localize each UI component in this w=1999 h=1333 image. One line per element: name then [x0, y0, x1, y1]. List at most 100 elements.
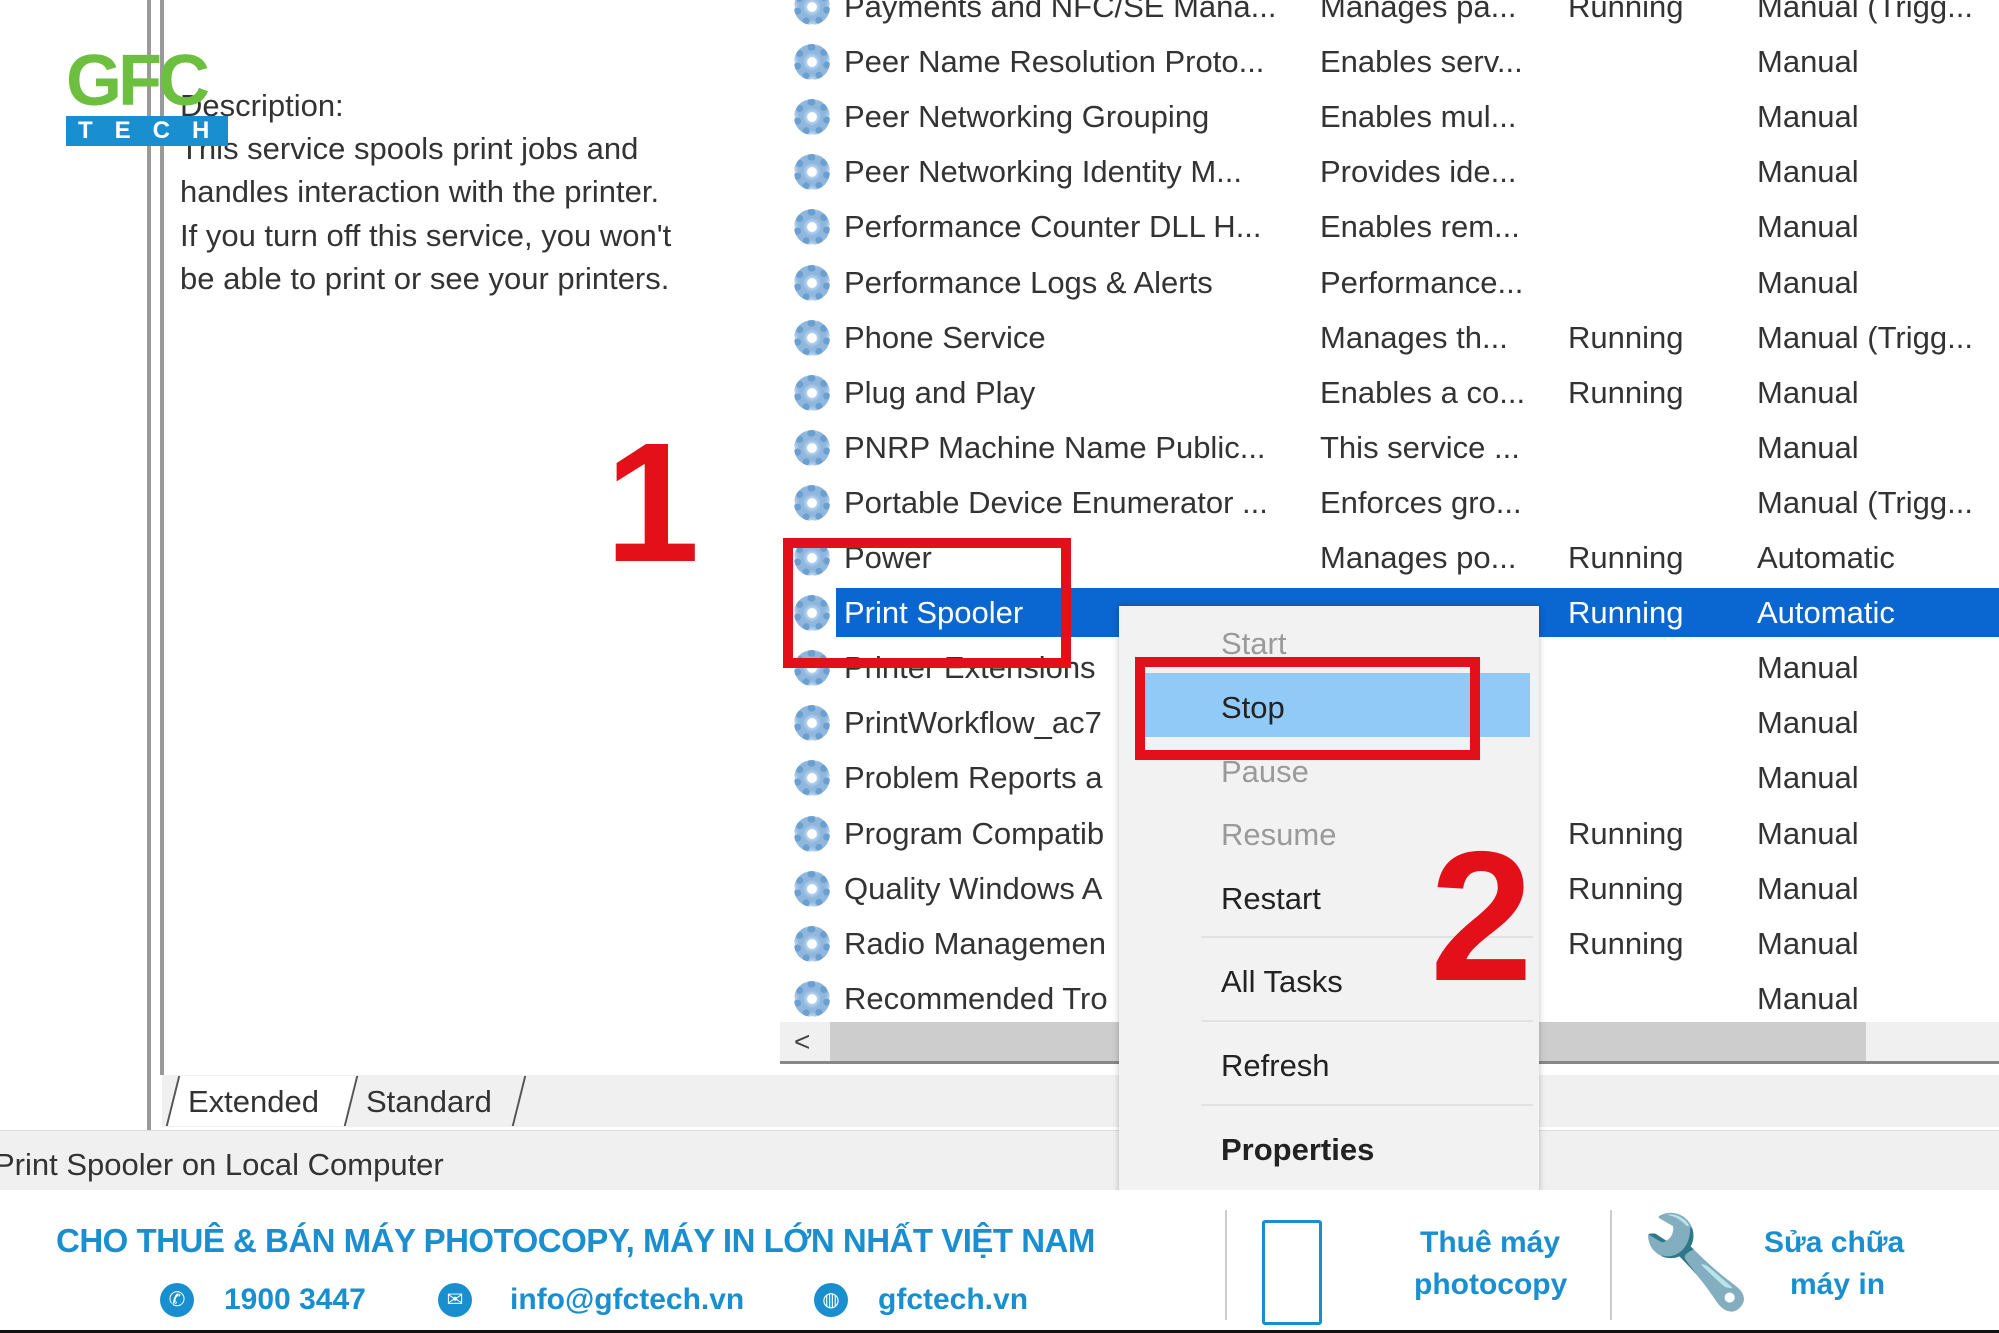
service-status: Running: [1568, 374, 1684, 410]
service-row[interactable]: PNRP Machine Name Public... This service …: [780, 420, 1999, 475]
repairman-icon: 🔧: [1640, 1213, 1753, 1313]
service-row[interactable]: Portable Device Enumerator ... Enforces g…: [780, 475, 1999, 530]
menu-separator: [1201, 1020, 1533, 1022]
service-name: Plug and Play: [844, 374, 1036, 410]
service-startup-type: Manual (Trigg...: [1757, 0, 1973, 24]
tab-standard-label: Standard: [366, 1084, 492, 1119]
description-line: This service spools print jobs and: [180, 131, 639, 166]
service-startup-type: Manual: [1757, 650, 1859, 686]
service-description: Manages th...: [1320, 319, 1508, 355]
globe-icon: ◍: [814, 1283, 848, 1317]
menu-item-restart[interactable]: Restart: [1221, 881, 1321, 917]
menu-item-properties[interactable]: Properties: [1221, 1132, 1374, 1168]
service-rent-line: photocopy: [1414, 1268, 1568, 1301]
service-row[interactable]: Plug and Play Enables a co... Running Manua…: [780, 365, 1999, 420]
service-description: Enables rem...: [1320, 209, 1520, 245]
pane-divider: [147, 0, 151, 1130]
gear-icon: [794, 99, 830, 136]
tab-extended-label: Extended: [188, 1084, 319, 1119]
photocopier-icon: [1262, 1220, 1322, 1325]
gear-icon: [794, 705, 830, 742]
service-status: Running: [1568, 595, 1684, 631]
gear-icon: [794, 429, 830, 466]
annotation-step-2: 2: [1430, 814, 1533, 1020]
service-row[interactable]: Peer Name Resolution Proto... Enables ser…: [780, 34, 1999, 89]
annotation-box-stop: [1135, 657, 1480, 760]
service-description: Provides ide...: [1320, 154, 1517, 190]
gear-icon: [794, 374, 830, 411]
description-line: be able to print or see your printers.: [180, 261, 670, 296]
pane-divider[interactable]: [160, 0, 164, 1075]
banner-headline: CHO THUÊ & BÁN MÁY PHOTOCOPY, MÁY IN LỚN…: [56, 1222, 1095, 1259]
menu-item-refresh[interactable]: Refresh: [1221, 1048, 1330, 1084]
service-description: Enables a co...: [1320, 374, 1526, 410]
service-name: Portable Device Enumerator ...: [844, 484, 1268, 520]
gear-icon: [794, 815, 830, 852]
service-name: Quality Windows A: [844, 870, 1103, 906]
service-status: Running: [1568, 319, 1684, 355]
service-row[interactable]: Performance Counter DLL H... Enables rem.…: [780, 199, 1999, 254]
status-text: Print Spooler on Local Computer: [0, 1147, 444, 1182]
gear-icon: [794, 925, 830, 962]
service-status: Running: [1568, 925, 1684, 961]
service-startup-type: Manual: [1757, 209, 1859, 245]
status-bar: Print Spooler on Local Computer: [0, 1130, 1999, 1190]
service-status: Running: [1568, 0, 1684, 24]
service-description: Enables serv...: [1320, 44, 1523, 80]
banner-website[interactable]: gfctech.vn: [878, 1283, 1028, 1317]
service-row[interactable]: Performance Logs & Alerts Performance... M…: [780, 255, 1999, 310]
service-name: Radio Managemen: [844, 925, 1106, 961]
service-name: PrintWorkflow_ac7: [844, 705, 1102, 741]
service-startup-type: Manual: [1757, 980, 1859, 1016]
service-startup-type: Manual: [1757, 99, 1859, 135]
service-name: Peer Networking Identity M...: [844, 154, 1242, 190]
banner-phone[interactable]: 1900 3447: [224, 1283, 366, 1317]
service-description: Performance...: [1320, 264, 1524, 300]
service-name: Payments and NFC/SE Mana...: [844, 0, 1277, 24]
service-row[interactable]: Payments and NFC/SE Mana... Manages pa...…: [780, 0, 1999, 34]
service-row[interactable]: Peer Networking Grouping Enables mul... Ma…: [780, 89, 1999, 144]
service-startup-type: Automatic: [1757, 595, 1895, 631]
service-startup-type: Manual: [1757, 815, 1859, 851]
gear-icon: [794, 319, 830, 356]
service-status: Running: [1568, 870, 1684, 906]
gear-icon: [794, 0, 830, 25]
gear-icon: [794, 209, 830, 246]
logo-sub: TECH: [66, 116, 228, 146]
phone-icon: ✆: [160, 1283, 194, 1317]
email-icon: ✉: [438, 1283, 472, 1317]
service-name: Problem Reports a: [844, 760, 1103, 796]
service-name: Performance Counter DLL H...: [844, 209, 1262, 245]
annotation-step-1: 1: [605, 408, 700, 598]
service-row[interactable]: Peer Networking Identity M... Provides id…: [780, 144, 1999, 199]
description-line: If you turn off this service, you won't: [180, 218, 672, 253]
service-startup-type: Manual (Trigg...: [1757, 484, 1973, 520]
service-name: Peer Networking Grouping: [844, 99, 1210, 135]
service-name: Peer Name Resolution Proto...: [844, 44, 1265, 80]
divider: [1610, 1210, 1612, 1320]
service-description: Manages pa...: [1320, 0, 1517, 24]
banner-email[interactable]: info@gfctech.vn: [510, 1283, 744, 1317]
service-name: Phone Service: [844, 319, 1046, 355]
menu-item-all-tasks[interactable]: All Tasks: [1221, 964, 1343, 1000]
gear-icon: [794, 44, 830, 81]
gfc-logo: GFC TECH: [66, 45, 231, 154]
service-rent-line: Thuê máy: [1420, 1226, 1561, 1259]
menu-item-resume[interactable]: Resume: [1221, 817, 1336, 853]
menu-separator: [1201, 1104, 1533, 1106]
scroll-left-button[interactable]: <: [794, 1026, 810, 1058]
service-status: Running: [1568, 815, 1684, 851]
service-startup-type: Manual: [1757, 154, 1859, 190]
gear-icon: [794, 484, 830, 521]
gear-icon: [794, 264, 830, 301]
service-row[interactable]: Phone Service Manages th... Running Manual …: [780, 310, 1999, 365]
service-repair-line: Sửa chữa: [1764, 1226, 1905, 1259]
service-startup-type: Automatic: [1757, 540, 1895, 575]
service-startup-type: Manual: [1757, 870, 1859, 906]
service-startup-type: Manual: [1757, 264, 1859, 300]
footer-banner: CHO THUÊ & BÁN MÁY PHOTOCOPY, MÁY IN LỚN…: [0, 1190, 1999, 1330]
service-startup-type: Manual: [1757, 925, 1859, 961]
service-description: This service ...: [1320, 429, 1520, 465]
service-name: Performance Logs & Alerts: [844, 264, 1213, 300]
service-name: PNRP Machine Name Public...: [844, 429, 1266, 465]
